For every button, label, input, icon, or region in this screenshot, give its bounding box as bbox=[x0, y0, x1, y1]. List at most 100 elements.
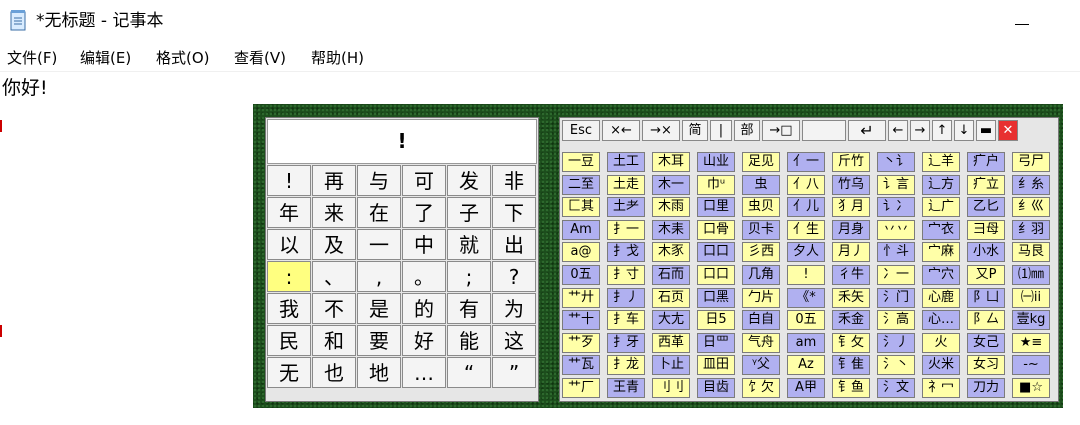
component-key[interactable]: 心鹿 bbox=[922, 287, 960, 308]
symbol-key[interactable]: 以 bbox=[267, 229, 311, 260]
symbol-key[interactable]: 好 bbox=[402, 325, 446, 356]
component-key[interactable]: 卜止 bbox=[652, 355, 690, 376]
component-key[interactable]: 女己 bbox=[967, 332, 1005, 353]
symbol-key[interactable]: … bbox=[402, 357, 446, 388]
symbol-key[interactable]: 无 bbox=[267, 357, 311, 388]
component-key[interactable]: 勹片 bbox=[742, 287, 780, 308]
component-key[interactable]: 口骨 bbox=[697, 219, 735, 240]
symbol-key[interactable]: 中 bbox=[402, 229, 446, 260]
symbol-key[interactable]: 能 bbox=[447, 325, 491, 356]
symbol-key[interactable]: 非 bbox=[492, 165, 536, 196]
component-key[interactable]: 辶广 bbox=[922, 197, 960, 218]
component-key[interactable]: 阝凵 bbox=[967, 287, 1005, 308]
component-key[interactable]: 彳牛 bbox=[832, 265, 870, 285]
component-key[interactable]: 艹瓦 bbox=[562, 355, 600, 376]
component-key[interactable]: ! bbox=[787, 265, 825, 285]
component-key[interactable]: 夕人 bbox=[787, 242, 825, 263]
symbol-key[interactable]: ; bbox=[447, 261, 491, 292]
component-key[interactable]: 丷丷 bbox=[877, 219, 915, 240]
document-text[interactable]: 你好! bbox=[2, 76, 48, 100]
arrow-up-key[interactable]: ↑ bbox=[932, 120, 952, 141]
component-key[interactable]: Am bbox=[562, 219, 600, 240]
symbol-key[interactable]: 、 bbox=[312, 261, 356, 292]
component-key[interactable]: 阝厶 bbox=[967, 310, 1005, 331]
close-keyboard-key[interactable]: ✕ bbox=[998, 120, 1018, 141]
symbol-key[interactable]: 和 bbox=[312, 325, 356, 356]
component-key[interactable]: ᵞ父 bbox=[742, 355, 780, 376]
component-key[interactable]: 小水 bbox=[967, 242, 1005, 263]
component-key[interactable]: 西革 bbox=[652, 332, 690, 353]
component-key[interactable]: 宀麻 bbox=[922, 242, 960, 263]
component-key[interactable]: 氵丶 bbox=[877, 355, 915, 376]
symbol-key[interactable]: 有 bbox=[447, 293, 491, 324]
symbol-key[interactable]: 了 bbox=[402, 197, 446, 228]
simplified-key[interactable]: 简 bbox=[682, 120, 708, 141]
symbol-key[interactable]: 再 bbox=[312, 165, 356, 196]
symbol-key[interactable]: 年 bbox=[267, 197, 311, 228]
minimize-button[interactable] bbox=[1012, 10, 1032, 30]
component-key[interactable]: ■☆ bbox=[1012, 378, 1050, 398]
component-key[interactable]: 一豆 bbox=[562, 152, 600, 172]
symbol-key[interactable]: 出 bbox=[492, 229, 536, 260]
component-key[interactable]: 扌寸 bbox=[607, 265, 645, 285]
component-key[interactable]: 火米 bbox=[922, 355, 960, 376]
menu-edit[interactable]: 编辑(E) bbox=[80, 48, 131, 68]
component-key[interactable]: 钅隹 bbox=[832, 355, 870, 376]
symbol-key[interactable]: 不 bbox=[312, 293, 356, 324]
symbol-key[interactable]: 我 bbox=[267, 293, 311, 324]
symbol-key[interactable]: 的 bbox=[402, 293, 446, 324]
symbol-key[interactable]: 下 bbox=[492, 197, 536, 228]
component-key[interactable]: 山业 bbox=[697, 152, 735, 172]
component-key[interactable]: 0五 bbox=[787, 310, 825, 331]
component-key[interactable]: am bbox=[787, 332, 825, 353]
component-key[interactable]: 氵文 bbox=[877, 378, 915, 398]
component-key[interactable]: ⑴㎜ bbox=[1012, 265, 1050, 285]
component-key[interactable]: 壹kg bbox=[1012, 310, 1050, 331]
component-key[interactable]: 讠冫 bbox=[877, 197, 915, 218]
component-key[interactable]: 乙匕 bbox=[967, 197, 1005, 218]
symbol-key[interactable]: 也 bbox=[312, 357, 356, 388]
component-key[interactable]: 礻冖 bbox=[922, 378, 960, 398]
component-key[interactable]: 石页 bbox=[652, 287, 690, 308]
component-key[interactable]: 疒立 bbox=[967, 174, 1005, 195]
component-key[interactable]: 土工 bbox=[607, 152, 645, 172]
component-key[interactable]: 月身 bbox=[832, 219, 870, 240]
component-key[interactable]: 女习 bbox=[967, 355, 1005, 376]
component-key[interactable]: 几角 bbox=[742, 265, 780, 285]
component-key[interactable]: 饣欠 bbox=[742, 378, 780, 398]
component-key[interactable]: 扌牙 bbox=[607, 332, 645, 353]
component-key[interactable]: 木一 bbox=[652, 174, 690, 195]
minimize-keyboard-key[interactable]: ▬ bbox=[976, 120, 996, 141]
component-key[interactable]: 月丿 bbox=[832, 242, 870, 263]
component-key[interactable]: 禾金 bbox=[832, 310, 870, 331]
component-key[interactable]: 氵门 bbox=[877, 287, 915, 308]
component-key[interactable]: 贝卡 bbox=[742, 219, 780, 240]
component-key[interactable]: 艹歹 bbox=[562, 332, 600, 353]
component-key[interactable]: 木雨 bbox=[652, 197, 690, 218]
component-key[interactable]: ★≡ bbox=[1012, 332, 1050, 353]
component-key[interactable]: 纟巛 bbox=[1012, 197, 1050, 218]
symbol-key[interactable]: 民 bbox=[267, 325, 311, 356]
component-key[interactable]: 二至 bbox=[562, 174, 600, 195]
component-key[interactable]: 彡西 bbox=[742, 242, 780, 263]
component-key[interactable]: 口口 bbox=[697, 242, 735, 263]
component-key[interactable]: 彐母 bbox=[967, 219, 1005, 240]
esc-key[interactable]: Esc bbox=[562, 120, 600, 141]
component-key[interactable]: 心… bbox=[922, 310, 960, 331]
symbol-key[interactable]: 发 bbox=[447, 165, 491, 196]
component-key[interactable]: 口黑 bbox=[697, 287, 735, 308]
arrow-down-key[interactable]: ↓ bbox=[954, 120, 974, 141]
delete-left-key[interactable]: ×← bbox=[602, 120, 640, 141]
component-key[interactable]: 刂刂 bbox=[652, 378, 690, 398]
component-key[interactable]: 钅攵 bbox=[832, 332, 870, 353]
component-key[interactable]: 王青 bbox=[607, 378, 645, 398]
component-key[interactable]: 宀穴 bbox=[922, 265, 960, 285]
component-key[interactable]: 辶羊 bbox=[922, 152, 960, 172]
symbol-key[interactable]: 及 bbox=[312, 229, 356, 260]
component-key[interactable]: 亻一 bbox=[787, 152, 825, 172]
component-key[interactable]: 斤竹 bbox=[832, 152, 870, 172]
component-key[interactable]: 冫一 bbox=[877, 265, 915, 285]
component-key[interactable]: 土走 bbox=[607, 174, 645, 195]
component-key[interactable]: 匚其 bbox=[562, 197, 600, 218]
component-key[interactable]: 宀衣 bbox=[922, 219, 960, 240]
